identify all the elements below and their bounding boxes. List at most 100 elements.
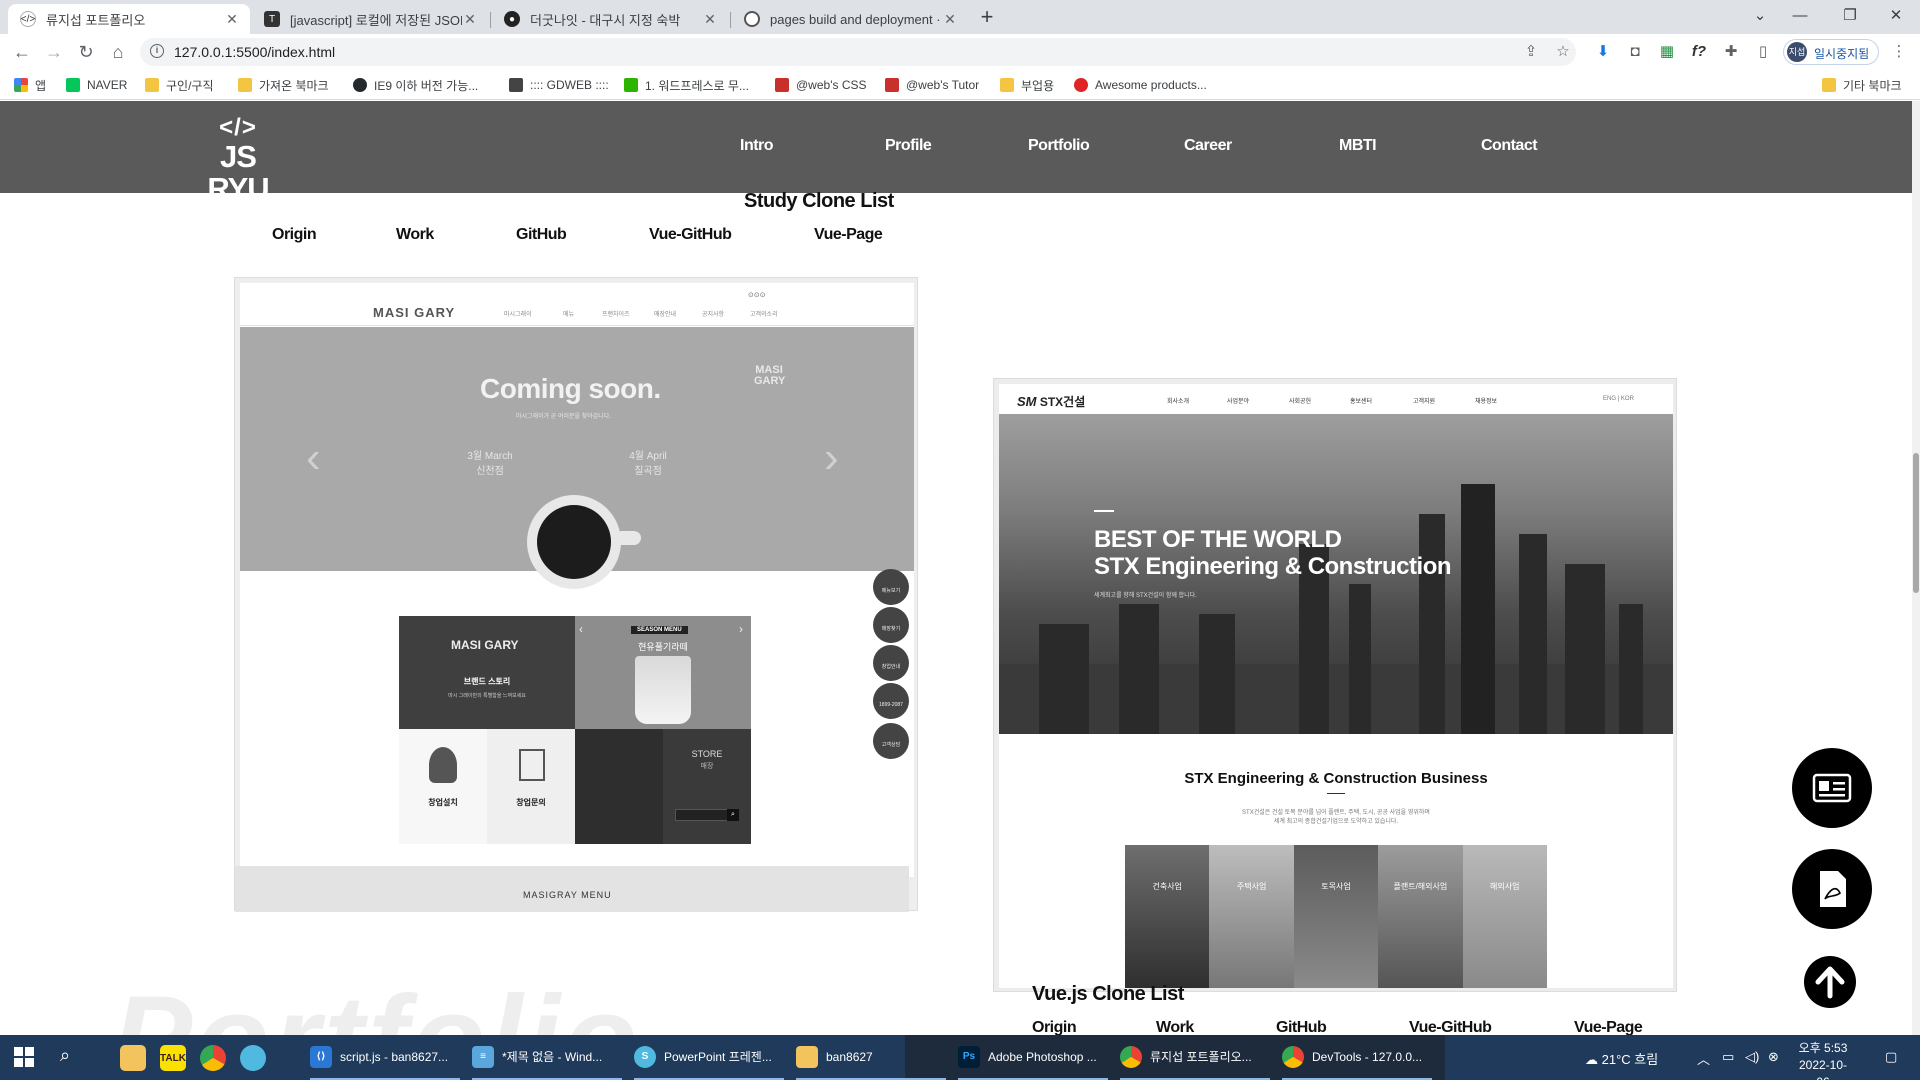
tab-portfolio[interactable]: </> 류지섭 포트폴리오 ✕ [8, 4, 250, 34]
site-info-icon[interactable]: i [150, 44, 164, 58]
bookmark-folder-jobs[interactable]: 구인/구직 [145, 76, 214, 94]
chrome-icon[interactable] [200, 1045, 226, 1071]
pdf-file-icon [1820, 871, 1846, 907]
folder-icon [796, 1045, 818, 1068]
search-icon[interactable]: ⌕ [60, 1045, 70, 1066]
scroll-top-button[interactable] [1804, 956, 1856, 1008]
study-clone-title: Study Clone List [744, 190, 894, 212]
taskbar-folder[interactable]: ban8627 [796, 1035, 946, 1080]
bookmark-webs-tutor[interactable]: @web's Tutor [885, 76, 979, 94]
nav-career[interactable]: Career [1184, 137, 1232, 155]
portfolio-card-stx[interactable]: SM STX건설 회사소개 사업분야 사회공헌 홍보센터 고객지원 채용정보 E… [993, 378, 1677, 992]
reload-icon[interactable]: ↻ [74, 40, 98, 64]
nav-intro[interactable]: Intro [740, 137, 774, 155]
sheets-extension-icon[interactable]: ▦ [1656, 41, 1678, 63]
site-logo[interactable]: </> JS RYU FRONTEND DEVELOP [193, 115, 283, 212]
bookmark-awesome[interactable]: Awesome products... [1074, 76, 1207, 94]
portfolio-card-masigary[interactable]: MASI GARY 마시그래이 메뉴 프랜차이즈 매장안내 공지사항 고객의소리… [234, 277, 918, 912]
taskbar-notepad[interactable]: ≡ *제목 없음 - Wind... [472, 1035, 622, 1080]
bookmark-wordpress[interactable]: 1. 워드프레스로 무... [624, 76, 749, 94]
branch-text: 칠곡점 [634, 466, 662, 477]
forward-arrow-icon[interactable]: → [42, 40, 66, 64]
vue-filter-vue-page[interactable]: Vue-Page [1574, 1019, 1643, 1035]
bookmarks-bar: 앱 NAVER 구인/구직 가져온 북마크 IE9 이하 버전 가능... ::… [0, 70, 1920, 100]
stx-screenshot: SM STX건설 회사소개 사업분야 사회공헌 홍보센터 고객지원 채용정보 E… [999, 384, 1673, 988]
volume-icon[interactable]: ◁) [1745, 1049, 1759, 1065]
tab-goodnight[interactable]: ● 더굿나잇 - 대구시 지정 숙박 ✕ [492, 4, 728, 34]
close-tab-icon[interactable]: ✕ [224, 11, 240, 28]
swift-icon[interactable] [240, 1045, 266, 1071]
share-icon[interactable]: ⇪ [1520, 41, 1542, 63]
filter-origin[interactable]: Origin [272, 226, 317, 244]
restore-button[interactable]: ❐ [1830, 4, 1870, 28]
taskbar-chrome-portfolio[interactable]: 류지섭 포트폴리오... [1120, 1035, 1270, 1080]
network-icon[interactable]: ▭ [1722, 1049, 1734, 1065]
stx-menu-item: 회사소개 [1167, 399, 1190, 405]
taskbar-powerpoint[interactable]: S PowerPoint 프레젠... [634, 1035, 784, 1080]
tab-json[interactable]: T [javascript] 로컬에 저장된 JSON ✕ [252, 4, 488, 34]
bookmark-folder-side[interactable]: 부업용 [1000, 76, 1054, 94]
kakaotalk-icon[interactable]: TALK [160, 1045, 186, 1071]
taskbar-label: DevTools - 127.0.0... [1312, 1049, 1423, 1064]
close-tab-icon[interactable]: ✕ [702, 11, 718, 28]
filter-work[interactable]: Work [396, 226, 434, 244]
vue-filter-origin[interactable]: Origin [1032, 1019, 1077, 1035]
filter-vue-page[interactable]: Vue-Page [814, 226, 883, 244]
bookmark-gdweb[interactable]: :::: GDWEB :::: [509, 76, 609, 94]
contact-card-button[interactable] [1792, 748, 1872, 828]
home-icon[interactable]: ⌂ [106, 40, 130, 64]
back-arrow-icon[interactable]: ← [10, 40, 34, 64]
cup-handle [615, 531, 641, 545]
minimize-button[interactable]: — [1780, 4, 1820, 28]
new-tab-button[interactable]: + [975, 6, 999, 30]
close-window-button[interactable]: ✕ [1876, 4, 1916, 28]
close-tab-icon[interactable]: ✕ [942, 11, 958, 28]
bookmark-webs-css[interactable]: @web's CSS [775, 76, 867, 94]
notification-icon[interactable]: ▢ [1885, 1049, 1897, 1065]
vue-filter-github[interactable]: GitHub [1276, 1019, 1327, 1035]
ime-icon[interactable]: ⊗ [1768, 1049, 1779, 1065]
side-panel-icon[interactable]: ▯ [1752, 41, 1774, 63]
close-tab-icon[interactable]: ✕ [462, 11, 478, 28]
nav-mbti[interactable]: MBTI [1339, 137, 1377, 155]
system-clock[interactable]: 오후 5:53 2022-10-06 [1793, 1040, 1853, 1091]
stx-menu-item: 고객지원 [1413, 399, 1436, 405]
tab-github-pages[interactable]: pages build and deployment · c ✕ [732, 4, 968, 34]
bookmark-ie9[interactable]: IE9 이하 버전 가능... [353, 76, 478, 94]
tab-search-icon[interactable]: ⌄ [1740, 4, 1780, 28]
bookmark-apps[interactable]: 앱 [14, 76, 46, 94]
filter-github[interactable]: GitHub [516, 226, 567, 244]
nav-contact[interactable]: Contact [1481, 137, 1538, 155]
tistory-icon: T [264, 11, 280, 27]
building [1519, 534, 1547, 734]
download-icon[interactable]: ⬇ [1592, 41, 1614, 63]
nav-profile[interactable]: Profile [885, 137, 932, 155]
tray-expand-icon[interactable]: ︿ [1697, 1049, 1710, 1068]
screenshot-icon[interactable]: ◘ [1624, 41, 1646, 63]
bookmark-folder-imported[interactable]: 가져온 북마크 [238, 76, 329, 94]
file-explorer-icon[interactable] [120, 1045, 146, 1071]
windows-start-icon[interactable] [14, 1047, 34, 1067]
stx-hero-cityscape: BEST OF THE WORLD STX Engineering & Cons… [999, 414, 1673, 734]
menu-kebab-icon[interactable]: ⋮ [1888, 41, 1910, 63]
bookmark-star-icon[interactable]: ☆ [1552, 41, 1574, 63]
resume-pdf-button[interactable] [1792, 849, 1872, 929]
bookmark-naver[interactable]: NAVER [66, 76, 127, 94]
weather-widget[interactable]: ☁ 21°C 흐림 [1585, 1049, 1658, 1068]
url-text[interactable]: 127.0.0.1:5500/index.html [174, 44, 335, 60]
nav-portfolio[interactable]: Portfolio [1028, 137, 1090, 155]
address-bar[interactable]: i 127.0.0.1:5500/index.html [140, 38, 1576, 66]
profile-button[interactable]: 지섭 일시중지됨 [1783, 39, 1879, 65]
vue-filter-work[interactable]: Work [1156, 1019, 1194, 1035]
taskbar-vscode[interactable]: ⟨⟩ script.js - ban8627... [310, 1035, 460, 1080]
taskbar-photoshop[interactable]: Ps Adobe Photoshop ... [958, 1035, 1108, 1080]
page-scrollbar-thumb[interactable] [1913, 453, 1919, 593]
vue-filter-vue-github[interactable]: Vue-GitHub [1409, 1019, 1492, 1035]
taskbar-chrome-devtools[interactable]: DevTools - 127.0.0... [1282, 1035, 1432, 1080]
bookmark-label: 구인/구직 [166, 78, 214, 93]
bookmark-folder-other[interactable]: 기타 북마크 [1822, 76, 1902, 94]
filter-vue-github[interactable]: Vue-GitHub [649, 226, 732, 244]
github-icon [353, 78, 367, 92]
fonts-extension-icon[interactable]: f? [1688, 41, 1710, 63]
extensions-puzzle-icon[interactable]: ✚ [1720, 41, 1742, 63]
